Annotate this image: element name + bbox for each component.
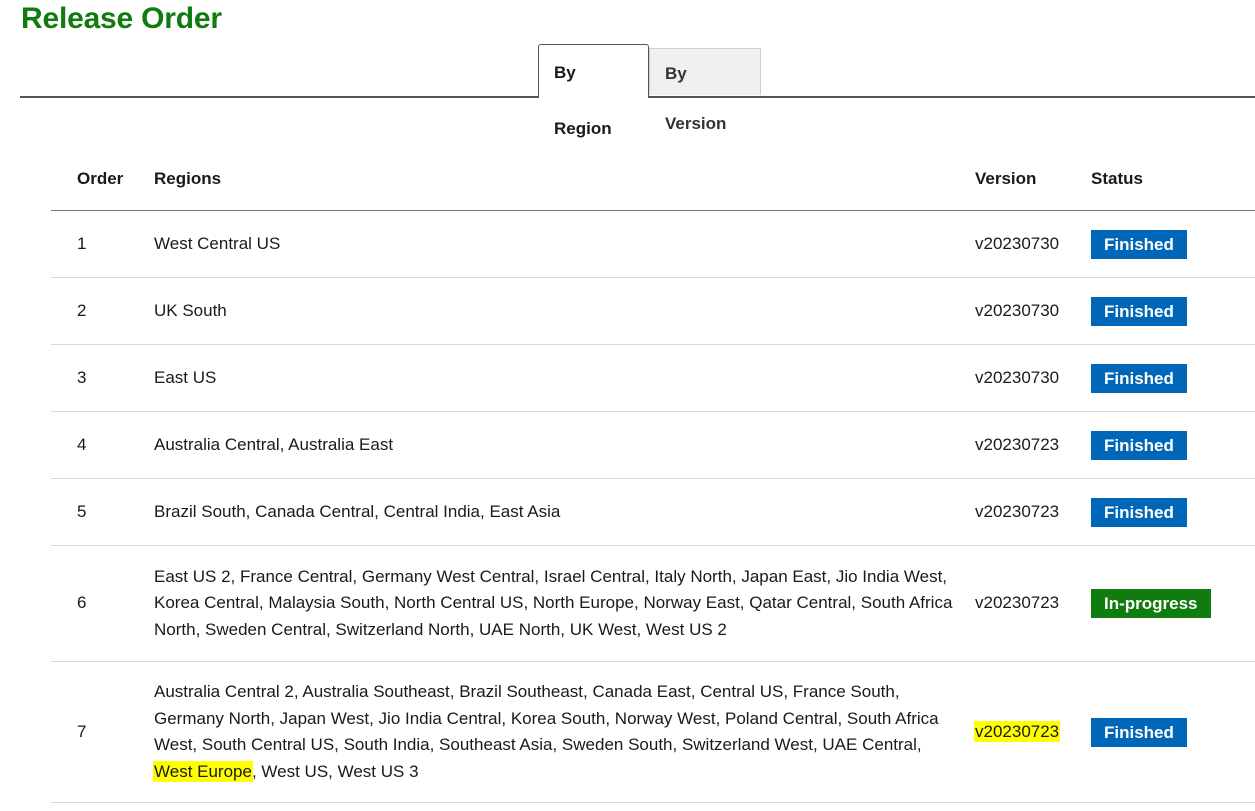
order-cell: 7 xyxy=(51,661,154,803)
status-badge: Finished xyxy=(1091,717,1187,747)
table-header-row: Order Regions Version Status xyxy=(51,148,1255,211)
regions-cell: UK South xyxy=(154,277,975,345)
status-badge: Finished xyxy=(1091,497,1187,527)
regions-cell: Australia Central 2, Australia Southeast… xyxy=(154,661,975,803)
status-cell: Finished xyxy=(1091,277,1255,345)
status-badge: In-progress xyxy=(1091,589,1211,618)
status-cell: Finished xyxy=(1091,478,1255,546)
highlighted-version: v20230723 xyxy=(975,721,1060,741)
highlighted-region: West Europe xyxy=(154,761,252,781)
status-badge: Finished xyxy=(1091,296,1187,326)
order-cell: 1 xyxy=(51,210,154,278)
table-row: 5 Brazil South, Canada Central, Central … xyxy=(51,478,1255,546)
order-cell: 2 xyxy=(51,277,154,345)
tab-bar: By Region By Version xyxy=(20,44,1255,138)
header-version: Version xyxy=(975,148,1091,211)
table-row: 6 East US 2, France Central, Germany Wes… xyxy=(51,545,1255,662)
table-row: 4 Australia Central, Australia East v202… xyxy=(51,411,1255,479)
version-cell: v20230723 xyxy=(975,411,1091,479)
status-cell: Finished xyxy=(1091,344,1255,412)
page-title: Release Order xyxy=(21,2,222,35)
tab-by-region[interactable]: By Region xyxy=(538,44,649,138)
status-badge: Finished xyxy=(1091,430,1187,460)
version-cell: v20230723 xyxy=(975,661,1091,803)
regions-cell: West Central US xyxy=(154,210,975,278)
release-order-table: Order Regions Version Status 1 West Cent… xyxy=(51,148,1255,803)
status-cell: Finished xyxy=(1091,411,1255,479)
header-status: Status xyxy=(1091,148,1255,211)
regions-cell: East US 2, France Central, Germany West … xyxy=(154,545,975,662)
version-cell: v20230723 xyxy=(975,545,1091,662)
order-cell: 3 xyxy=(51,344,154,412)
regions-text: Australia Central 2, Australia Southeast… xyxy=(154,682,939,754)
order-cell: 6 xyxy=(51,545,154,662)
regions-text: , West US, West US 3 xyxy=(251,761,419,781)
order-cell: 4 xyxy=(51,411,154,479)
status-cell: Finished xyxy=(1091,661,1255,803)
release-order-page: Release Order By Region By Version Order… xyxy=(0,0,1255,811)
table-row: 2 UK South v20230730 Finished xyxy=(51,277,1255,345)
status-badge: Finished xyxy=(1091,363,1187,393)
status-cell: Finished xyxy=(1091,210,1255,278)
status-cell: In-progress xyxy=(1091,545,1255,662)
tab-by-version[interactable]: By Version xyxy=(649,48,761,133)
table-row: 3 East US v20230730 Finished xyxy=(51,344,1255,412)
status-badge: Finished xyxy=(1091,229,1187,259)
order-cell: 5 xyxy=(51,478,154,546)
version-cell: v20230730 xyxy=(975,210,1091,278)
version-cell: v20230723 xyxy=(975,478,1091,546)
header-regions: Regions xyxy=(154,148,975,211)
regions-cell: Australia Central, Australia East xyxy=(154,411,975,479)
version-cell: v20230730 xyxy=(975,277,1091,345)
regions-cell: East US xyxy=(154,344,975,412)
header-order: Order xyxy=(51,148,154,211)
regions-cell: Brazil South, Canada Central, Central In… xyxy=(154,478,975,546)
table-row: 7 Australia Central 2, Australia Southea… xyxy=(51,661,1255,803)
version-cell: v20230730 xyxy=(975,344,1091,412)
table-row: 1 West Central US v20230730 Finished xyxy=(51,210,1255,278)
